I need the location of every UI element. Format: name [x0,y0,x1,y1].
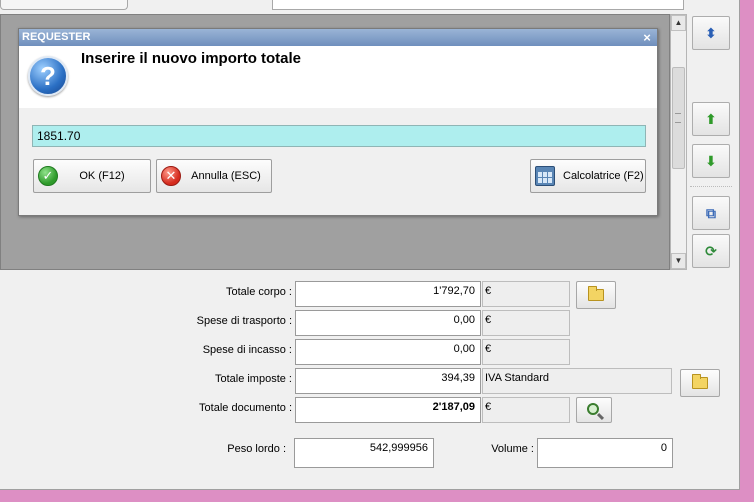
dialog-question: Inserire il nuovo importo totale [81,50,302,67]
totale-imposte-label: Totale imposte : [214,373,292,385]
folder-icon [692,374,708,389]
spese-incasso-label: Spese di incasso : [202,344,292,356]
scroll-grip [675,113,681,123]
totale-imposte-field[interactable]: 394,39 [295,368,481,394]
volume-field[interactable]: 0 [537,438,673,468]
dialog-title: REQUESTER [19,29,657,46]
amount-input[interactable] [32,125,646,147]
volume-label: Volume : [491,443,534,455]
totale-documento-currency: € [482,397,570,423]
folder-icon [588,286,604,301]
copy-button[interactable]: ⧉ [692,196,730,230]
cancel-button[interactable]: ✕ Annulla (ESC) [156,159,272,193]
close-icon[interactable]: × [641,29,653,46]
vat-folder-button[interactable] [680,369,720,397]
magnifier-icon [586,402,599,415]
refresh-button[interactable]: ⟳ [692,234,730,268]
spese-trasporto-field[interactable]: 0,00 [295,310,481,336]
move-up-icon: ⬆ [705,110,717,127]
peso-lordo-field[interactable]: 542,999956 [294,438,434,468]
toolbar-divider [690,186,732,187]
move-up-button[interactable]: ⬆ [692,102,730,136]
totale-corpo-label: Totale corpo : [225,286,292,298]
totale-corpo-field[interactable]: 1'792,70 [295,281,481,307]
copy-icon: ⧉ [706,204,716,221]
totale-corpo-folder-button[interactable] [576,281,616,309]
sort-button[interactable]: ⬍ [692,16,730,50]
calculator-button[interactable]: Calcolatrice (F2) [530,159,646,193]
totale-documento-label: Totale documento : [199,402,292,414]
spese-trasporto-currency: € [482,310,570,336]
spese-incasso-field[interactable]: 0,00 [295,339,481,365]
refresh-icon: ⟳ [705,242,717,259]
move-down-icon: ⬇ [705,152,717,169]
scroll-down-arrow[interactable]: ▼ [671,253,686,269]
ok-button-label: OK (F12) [79,170,125,182]
sort-arrows-icon: ⬍ [705,24,717,41]
ok-button[interactable]: ✓ OK (F12) [33,159,151,193]
scroll-up-arrow[interactable]: ▲ [671,15,686,31]
totale-documento-field[interactable]: 2'187,09 [295,397,481,423]
move-down-button[interactable]: ⬇ [692,144,730,178]
question-icon: ? [28,56,68,96]
spese-incasso-currency: € [482,339,570,365]
requester-dialog: REQUESTER × ? Inserire il nuovo importo … [18,28,658,216]
check-icon: ✓ [38,166,58,186]
calculator-button-label: Calcolatrice (F2) [563,170,644,182]
top-field[interactable] [272,0,684,10]
spese-trasporto-label: Spese di trasporto : [196,315,292,327]
peso-lordo-label: Peso lordo : [227,443,286,455]
cancel-button-label: Annulla (ESC) [191,170,261,182]
cancel-icon: ✕ [161,166,181,186]
grid-scrollbar[interactable]: ▲ ▼ [670,14,687,270]
calculator-icon [535,166,555,186]
top-tab[interactable] [0,0,128,10]
totale-documento-search-button[interactable] [576,397,612,423]
vat-type-field: IVA Standard [482,368,672,394]
totale-corpo-currency: € [482,281,570,307]
